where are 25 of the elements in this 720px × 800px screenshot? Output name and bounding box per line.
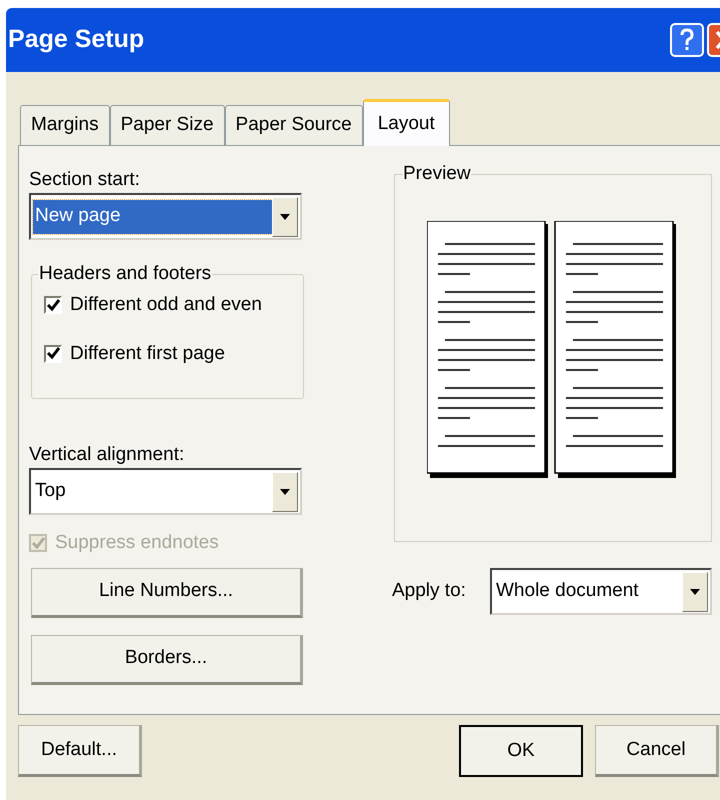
help-icon[interactable] [670, 23, 704, 57]
tab[interactable]: Paper Source [224, 105, 363, 145]
dropdown-arrow-icon [280, 488, 290, 494]
field-label: Vertical alignment: [29, 443, 186, 466]
check-icon [46, 347, 60, 360]
dropdown-arrow-icon [690, 588, 700, 594]
button[interactable]: Line Numbers... [31, 568, 303, 618]
field-label: Apply to: [392, 579, 467, 604]
window-title: Page Setup [8, 24, 144, 56]
tab[interactable]: Margins [20, 105, 110, 145]
check-icon [32, 536, 44, 550]
dropdown-arrow-icon [280, 214, 290, 220]
tab[interactable]: Paper Size [110, 105, 225, 145]
checkbox[interactable]: Different odd and even [44, 291, 303, 320]
button[interactable]: Cancel [595, 725, 719, 777]
dropdown[interactable]: New page [29, 193, 302, 240]
field-label: Section start: [29, 168, 141, 191]
dropdown[interactable]: Top [29, 468, 302, 515]
dropdown[interactable]: Whole document [490, 568, 712, 615]
tab[interactable]: Layout [362, 99, 450, 146]
checkbox[interactable]: Different first page [44, 340, 303, 368]
button[interactable]: Default... [18, 725, 142, 777]
check-icon [46, 298, 60, 312]
button[interactable]: OK [459, 725, 583, 777]
button[interactable]: Borders... [31, 634, 303, 684]
